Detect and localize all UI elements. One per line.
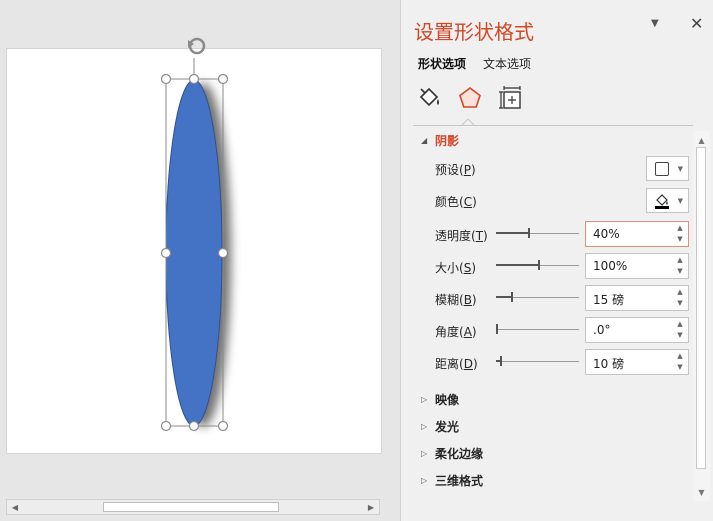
size-properties-icon[interactable] <box>497 84 525 112</box>
preset-label: 预设(P) <box>435 163 476 177</box>
spin-down-icon[interactable]: ▼ <box>675 330 685 340</box>
collapsed-triangle-icon: ▷ <box>421 395 428 404</box>
shadow-preset-square-icon <box>655 162 669 176</box>
collapsed-triangle-icon: ▷ <box>421 449 428 458</box>
size-slider[interactable] <box>496 259 579 271</box>
transparency-slider[interactable] <box>496 227 579 239</box>
rotate-handle-icon[interactable] <box>188 37 206 55</box>
blur-value[interactable]: 15 磅 <box>593 291 624 308</box>
slider-handle[interactable] <box>496 324 498 334</box>
resize-handle-bottom-left[interactable] <box>160 420 172 432</box>
collapsed-triangle-icon: ▷ <box>421 476 428 485</box>
spin-up-icon[interactable]: ▲ <box>675 287 685 297</box>
size-label: 大小(S) <box>435 261 476 275</box>
section-soft-edges[interactable]: ▷ 柔化边缘 <box>421 445 483 462</box>
transparency-label: 透明度(T) <box>435 229 488 243</box>
slider-handle[interactable] <box>511 292 513 302</box>
pane-separator <box>413 125 693 126</box>
spin-up-icon[interactable]: ▲ <box>675 223 685 233</box>
chevron-down-icon: ▼ <box>677 164 683 173</box>
blue-ellipse-shape[interactable] <box>165 79 223 427</box>
chevron-down-icon: ▼ <box>677 196 683 205</box>
section-reflection-label: 映像 <box>435 393 460 407</box>
spin-up-icon[interactable]: ▲ <box>675 255 685 265</box>
horizontal-scroll-thumb[interactable] <box>103 502 279 512</box>
resize-handle-left[interactable] <box>160 247 172 259</box>
shape-layer <box>160 37 231 432</box>
distance-value[interactable]: 10 磅 <box>593 355 624 372</box>
tab-shape-options[interactable]: 形状选项 <box>418 55 466 72</box>
vertical-scrollbar[interactable]: ▲ ▼ <box>693 131 710 501</box>
section-shadow-label: 阴影 <box>435 134 460 148</box>
spin-down-icon[interactable]: ▼ <box>675 298 685 308</box>
collapsed-triangle-icon: ▷ <box>421 422 428 431</box>
transparency-value[interactable]: 40% <box>593 227 620 241</box>
scroll-up-icon[interactable]: ▲ <box>693 133 710 147</box>
vertical-scroll-thumb[interactable] <box>696 147 706 469</box>
scroll-right-icon[interactable]: ▶ <box>363 500 379 514</box>
format-shape-pane: 设置形状格式 ▼ ✕ 形状选项 文本选项 ◢ 阴影 预设(P) ▼ 颜色(C) <box>401 0 713 521</box>
section-3d-format[interactable]: ▷ 三维格式 <box>421 472 483 489</box>
blur-label: 模糊(B) <box>435 293 477 307</box>
resize-handle-top-left[interactable] <box>160 73 172 85</box>
resize-handle-bottom-right[interactable] <box>217 420 229 432</box>
size-value[interactable]: 100% <box>593 259 627 273</box>
blur-slider[interactable] <box>496 291 579 303</box>
resize-handle-bottom[interactable] <box>188 420 200 432</box>
fill-line-icon[interactable] <box>415 84 443 112</box>
slider-handle[interactable] <box>500 356 502 366</box>
transparency-spinner[interactable]: 40% ▲ ▼ <box>585 221 689 247</box>
size-spinner[interactable]: 100% ▲ ▼ <box>585 253 689 279</box>
section-shadow[interactable]: ◢ 阴影 <box>421 132 459 149</box>
angle-slider[interactable] <box>496 323 579 335</box>
spin-up-icon[interactable]: ▲ <box>675 351 685 361</box>
section-3d-format-label: 三维格式 <box>435 474 484 488</box>
distance-spinner[interactable]: 10 磅 ▲ ▼ <box>585 349 689 375</box>
resize-handle-top[interactable] <box>188 73 200 85</box>
effects-pentagon-icon[interactable] <box>456 84 484 112</box>
resize-handle-right[interactable] <box>217 247 229 259</box>
scroll-down-icon[interactable]: ▼ <box>693 485 710 499</box>
slider-handle[interactable] <box>528 228 530 238</box>
spin-down-icon[interactable]: ▼ <box>675 234 685 244</box>
section-reflection[interactable]: ▷ 映像 <box>421 391 459 408</box>
shadow-color-dropdown[interactable]: ▼ <box>646 188 689 213</box>
preset-dropdown[interactable]: ▼ <box>646 156 689 181</box>
spin-up-icon[interactable]: ▲ <box>675 319 685 329</box>
angle-label: 角度(A) <box>435 325 477 339</box>
pane-title: 设置形状格式 <box>414 20 534 44</box>
spin-down-icon[interactable]: ▼ <box>675 362 685 372</box>
expanded-triangle-icon: ◢ <box>421 136 428 145</box>
angle-value[interactable]: .0° <box>593 323 610 337</box>
resize-handle-top-right[interactable] <box>217 73 229 85</box>
section-glow[interactable]: ▷ 发光 <box>421 418 459 435</box>
slider-handle[interactable] <box>538 260 540 270</box>
section-glow-label: 发光 <box>435 420 460 434</box>
color-label: 颜色(C) <box>435 195 477 209</box>
scroll-left-icon[interactable]: ◀ <box>7 500 23 514</box>
blur-spinner[interactable]: 15 磅 ▲ ▼ <box>585 285 689 311</box>
pane-options-dropdown-icon[interactable]: ▼ <box>651 18 659 29</box>
horizontal-scrollbar[interactable]: ◀ ▶ <box>6 499 380 515</box>
close-icon[interactable]: ✕ <box>690 14 703 33</box>
angle-spinner[interactable]: .0° ▲ ▼ <box>585 317 689 343</box>
spin-down-icon[interactable]: ▼ <box>675 266 685 276</box>
slide-editor: ◀ ▶ <box>0 0 400 521</box>
paint-bucket-icon <box>655 194 669 209</box>
tab-text-options[interactable]: 文本选项 <box>483 55 531 72</box>
distance-slider[interactable] <box>496 355 579 367</box>
section-soft-edges-label: 柔化边缘 <box>435 447 484 461</box>
distance-label: 距离(D) <box>435 357 478 371</box>
